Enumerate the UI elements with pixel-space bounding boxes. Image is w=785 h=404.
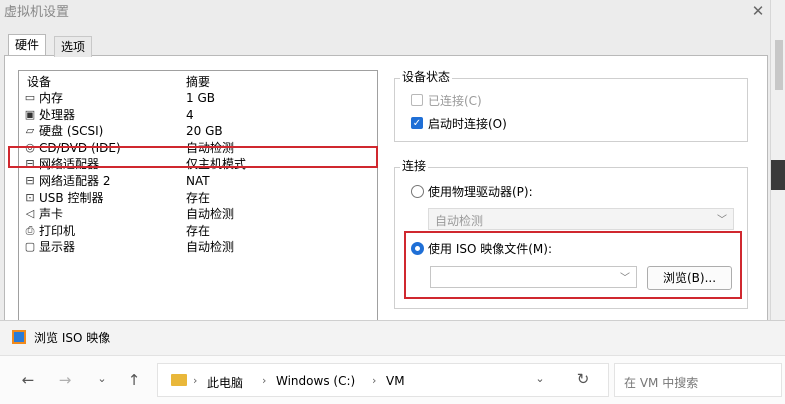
device-row[interactable]: ⊟ 网络适配器 2 NAT [19, 173, 375, 189]
memory-icon: ▭ [24, 91, 36, 104]
breadcrumb-this-pc[interactable]: 此电脑 [207, 374, 243, 391]
display-icon: ▢ [24, 240, 36, 254]
device-name: 处理器 [39, 107, 76, 122]
connected-checkbox[interactable] [411, 94, 423, 106]
device-row[interactable]: ◁ 声卡 自动检测 [19, 206, 375, 222]
breadcrumb-windows-c[interactable]: Windows (C:) [276, 374, 355, 388]
device-name: 打印机 [39, 223, 76, 238]
device-summary: 存在 [186, 223, 211, 238]
background-window-edge [770, 0, 785, 320]
browse-dialog-title: 浏览 ISO 映像 [34, 331, 111, 345]
device-row[interactable]: ▱ 硬盘 (SCSI) 20 GB [19, 123, 375, 139]
device-summary: 4 [186, 107, 194, 122]
device-summary: 存在 [186, 190, 211, 205]
up-arrow-icon[interactable]: ↑ [124, 371, 144, 389]
device-status-group [394, 78, 748, 142]
processor-icon: ▣ [24, 107, 36, 121]
device-summary: 自动检测 [186, 207, 235, 222]
printer-icon: ⎙ [25, 223, 35, 237]
address-history-chevron-icon[interactable]: ⌄ [530, 372, 550, 385]
connection-title: 连接 [400, 157, 429, 174]
highlight-box-cd-dvd [8, 146, 378, 168]
highlight-box-iso [404, 231, 742, 299]
device-name: USB 控制器 [39, 190, 104, 205]
column-header-device[interactable]: 设备 [27, 73, 51, 90]
network-adapter-icon: ⊟ [25, 174, 35, 187]
device-summary: NAT [186, 174, 210, 188]
device-name: 网络适配器 2 [39, 174, 111, 188]
chevron-down-icon: ﹀ [717, 215, 727, 226]
connected-label: 已连接(C) [428, 94, 482, 108]
back-arrow-icon[interactable]: ← [18, 371, 38, 389]
refresh-icon[interactable]: ↻ [573, 370, 593, 388]
physical-drive-value: 自动检测 [435, 214, 484, 228]
folder-icon [171, 374, 187, 386]
forward-arrow-icon[interactable]: → [55, 371, 75, 389]
device-list[interactable]: 设备 摘要 ▭ 内存 1 GB ▣ 处理器 4 ▱ 硬盘 (SCSI) 20 GB ◎ CD/DVD… [18, 70, 378, 322]
breadcrumb-vm[interactable]: VM [386, 374, 405, 388]
vmware-app-icon [12, 330, 26, 344]
device-row[interactable]: ⊡ USB 控制器 存在 [19, 190, 375, 206]
device-summary: 1 GB [186, 91, 215, 105]
tab-hardware[interactable]: 硬件 [8, 34, 47, 55]
device-row[interactable]: ▭ 内存 1 GB [19, 90, 375, 106]
physical-drive-select[interactable]: 自动检测 ﹀ [428, 208, 734, 230]
search-placeholder: 在 VM 中搜索 [624, 376, 699, 390]
harddisk-icon: ▱ [25, 124, 35, 138]
title-bar [0, 0, 785, 26]
breadcrumb-separator-icon[interactable]: › [372, 374, 376, 387]
connect-at-poweron-checkbox[interactable]: ✓ [411, 117, 423, 129]
device-summary: 20 GB [186, 124, 223, 139]
breadcrumb-separator-icon[interactable]: › [193, 374, 197, 387]
device-name: 内存 [39, 91, 64, 105]
device-name: 硬盘 (SCSI) [39, 124, 104, 139]
column-header-summary[interactable]: 摘要 [186, 73, 210, 90]
breadcrumb-separator-icon[interactable]: › [262, 374, 266, 387]
close-button[interactable]: ✕ [744, 0, 772, 22]
device-row[interactable]: ▢ 显示器 自动检测 [19, 239, 375, 255]
device-summary: 自动检测 [186, 240, 235, 255]
device-status-title: 设备状态 [400, 68, 453, 85]
device-row[interactable]: ⎙ 打印机 存在 [19, 223, 375, 239]
tab-options[interactable]: 选项 [54, 36, 93, 57]
device-name: 声卡 [39, 207, 64, 222]
connect-at-poweron-label: 启动时连接(O) [428, 117, 507, 131]
usb-controller-icon: ⊡ [25, 190, 35, 204]
device-row[interactable]: ▣ 处理器 4 [19, 107, 375, 123]
device-name: 显示器 [39, 240, 76, 255]
physical-drive-label: 使用物理驱动器(P): [428, 185, 533, 199]
window-title: 虚拟机设置 [4, 5, 70, 20]
sound-card-icon: ◁ [25, 207, 35, 221]
physical-drive-radio[interactable] [411, 185, 424, 198]
recent-locations-chevron-icon[interactable]: ⌄ [92, 372, 112, 385]
